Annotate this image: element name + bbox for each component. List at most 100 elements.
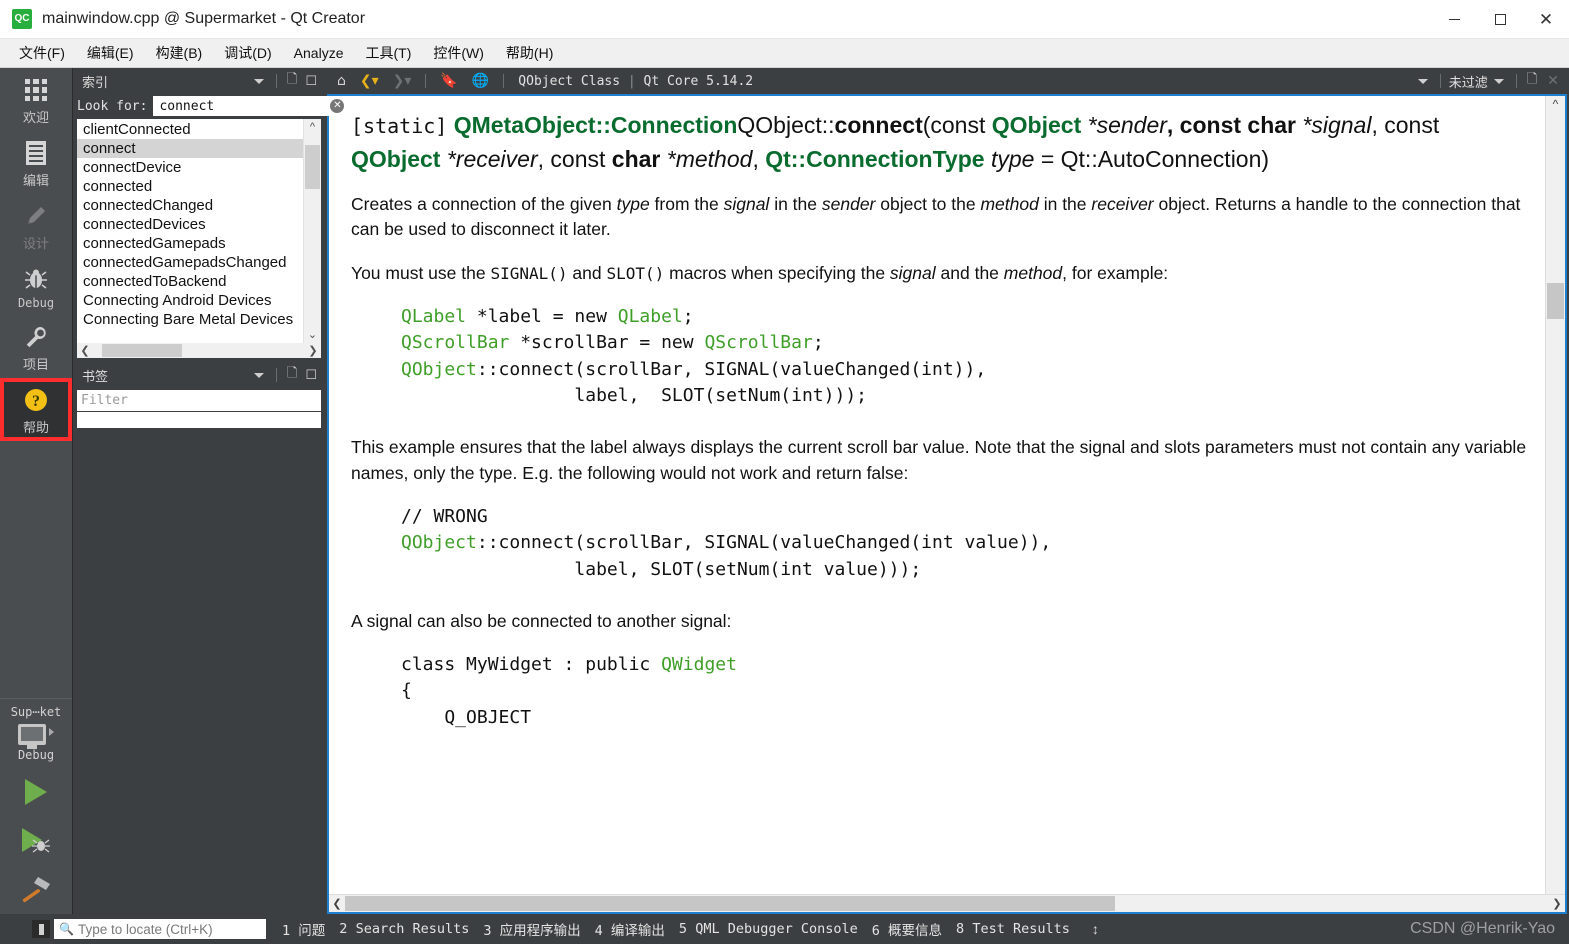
output-button-overview[interactable]: 6 概要信息	[872, 919, 942, 939]
sidebar-item-projects[interactable]: 项目	[0, 315, 72, 378]
panel-menu-icon[interactable]: ☐	[301, 368, 321, 383]
breadcrumb-page[interactable]: QObject Class	[518, 74, 620, 89]
sidebar-item-edit[interactable]: 编辑	[0, 131, 72, 194]
maximize-button[interactable]	[1477, 0, 1523, 38]
scroll-left-icon[interactable]: ❮	[78, 344, 92, 357]
output-button-search-results[interactable]: 2 Search Results	[339, 921, 469, 937]
list-item[interactable]: connectDevice	[77, 158, 303, 177]
output-button-issues[interactable]: 1 问题	[282, 919, 325, 939]
locator[interactable]: 🔍 Type to locate (Ctrl+K)	[32, 919, 266, 939]
list-item[interactable]: Connecting Bare Metal Devices	[77, 310, 303, 329]
scroll-left-icon[interactable]: ❮	[329, 897, 345, 910]
output-button-test-results[interactable]: 8 Test Results	[956, 921, 1070, 937]
index-search-box[interactable]: ✕	[153, 96, 349, 116]
list-item[interactable]: connected	[77, 177, 303, 196]
build-button[interactable]	[0, 864, 72, 914]
scroll-down-icon[interactable]: ⌄	[308, 327, 317, 343]
p1-e: in the	[1038, 194, 1092, 215]
menu-file[interactable]: 文件(F)	[8, 40, 76, 66]
menu-analyze[interactable]: Analyze	[283, 42, 355, 64]
sig-p1-type[interactable]: QObject	[992, 112, 1081, 138]
up-down-arrows-icon[interactable]: ↕	[1092, 921, 1099, 937]
scroll-right-icon[interactable]: ❯	[306, 344, 320, 357]
p1-b: from the	[649, 194, 724, 215]
close-button[interactable]: ✕	[1523, 0, 1569, 38]
doc-vertical-scrollbar[interactable]: ^	[1545, 96, 1565, 894]
breadcrumb-module[interactable]: Qt Core 5.14.2	[644, 74, 754, 89]
list-item[interactable]: connectedToBackend	[77, 272, 303, 291]
chevron-down-icon[interactable]	[253, 372, 264, 378]
menu-tools[interactable]: 工具(T)	[354, 40, 422, 66]
index-search-input[interactable]	[157, 97, 331, 115]
scroll-thumb[interactable]	[305, 145, 320, 189]
hammer-icon	[22, 877, 50, 903]
index-list[interactable]: clientConnected connect connectDevice co…	[77, 119, 321, 343]
chevron-down-icon[interactable]	[1493, 78, 1504, 84]
index-horizontal-scrollbar[interactable]: ❮ ❯	[77, 343, 321, 358]
sidebar-item-edit-label: 编辑	[22, 174, 49, 189]
output-button-app-output[interactable]: 3 应用程序输出	[483, 919, 580, 939]
forward-arrow-icon[interactable]: ❯▾	[387, 73, 418, 89]
bookmarks-list[interactable]	[77, 412, 321, 428]
minimize-button[interactable]	[1431, 0, 1477, 38]
doc-content: [static] QMetaObject::ConnectionQObject:…	[329, 96, 1545, 894]
c1-l1-t1: QLabel	[401, 306, 467, 328]
sidebar-item-help[interactable]: ? 帮助	[0, 378, 72, 441]
num: 3	[483, 923, 492, 939]
list-item[interactable]: connectedChanged	[77, 196, 303, 215]
grid-icon	[25, 75, 47, 105]
p1-receiver: receiver	[1091, 194, 1154, 215]
list-item[interactable]: connectedGamepads	[77, 234, 303, 253]
close-icon[interactable]: ✕	[1541, 73, 1565, 89]
menu-window[interactable]: 控件(W)	[422, 40, 495, 66]
menu-analyze-label: Analyze	[293, 45, 344, 61]
debug-button[interactable]	[0, 816, 72, 864]
scroll-thumb[interactable]	[102, 344, 182, 357]
doc-horizontal-scrollbar[interactable]: ❮ ❯	[329, 894, 1565, 912]
chevron-down-icon[interactable]	[253, 78, 264, 84]
sig-p5-type[interactable]: Qt::ConnectionType	[765, 146, 984, 172]
back-arrow-icon[interactable]: ❮▾	[354, 73, 385, 89]
doc-filter-selector[interactable]: 未过滤 🗋 ✕	[1417, 70, 1569, 92]
globe-icon[interactable]: 🌐	[466, 73, 495, 89]
list-item[interactable]: clientConnected	[77, 120, 303, 139]
sidebar-item-debug[interactable]: Debug	[0, 257, 72, 315]
scroll-up-icon[interactable]: ^	[310, 119, 315, 135]
add-page-icon[interactable]: 🗋	[283, 70, 301, 92]
scroll-thumb[interactable]	[1547, 283, 1564, 319]
home-icon[interactable]: ⌂	[331, 73, 352, 89]
sidebar-toggle-button[interactable]	[32, 920, 50, 938]
menu-edit[interactable]: 编辑(E)	[76, 40, 145, 66]
list-item[interactable]: connectedDevices	[77, 215, 303, 234]
doc-paragraph-2: You must use the SIGNAL() and SLOT() mac…	[351, 261, 1527, 286]
add-page-icon[interactable]: 🗋	[1523, 70, 1541, 92]
list-item[interactable]: Connecting Android Devices	[77, 291, 303, 310]
list-item[interactable]: connectedGamepadsChanged	[77, 253, 303, 272]
sig-p3-type[interactable]: QObject	[351, 146, 440, 172]
sig-return-type[interactable]: QMetaObject::Connection	[454, 112, 738, 138]
sig-func-name: connect	[834, 112, 923, 138]
bookmarks-filter-input[interactable]: Filter	[77, 390, 321, 411]
list-item-selected[interactable]: connect	[77, 139, 303, 158]
locator-input[interactable]: 🔍 Type to locate (Ctrl+K)	[54, 919, 266, 939]
scroll-thumb[interactable]	[345, 896, 1115, 911]
add-page-icon[interactable]: 🗋	[283, 364, 301, 386]
menu-debug[interactable]: 调试(D)	[213, 40, 282, 66]
clear-circle-icon[interactable]: ✕	[330, 99, 345, 113]
menu-help[interactable]: 帮助(H)	[495, 40, 564, 66]
scroll-up-icon[interactable]: ^	[1553, 96, 1559, 113]
menu-build[interactable]: 构建(B)	[145, 40, 214, 66]
index-vertical-scrollbar[interactable]: ^ ⌄	[303, 119, 321, 343]
kit-selector[interactable]: Sup⋯ket Debug	[0, 698, 72, 768]
c1-l4: label, SLOT(setNum(int)));	[401, 384, 867, 406]
menu-file-label: 文件(F)	[19, 45, 65, 61]
output-button-qml-debugger-console[interactable]: 5 QML Debugger Console	[679, 921, 858, 937]
sig-p4-name: *method	[666, 146, 753, 173]
sidebar-item-welcome[interactable]: 欢迎	[0, 68, 72, 131]
scroll-right-icon[interactable]: ❯	[1549, 897, 1565, 910]
panel-menu-icon[interactable]: ☐	[301, 74, 321, 89]
chevron-down-icon[interactable]	[1417, 78, 1428, 84]
bookmark-icon[interactable]: 🔖	[434, 73, 463, 89]
output-button-compile-output[interactable]: 4 编译输出	[595, 919, 665, 939]
run-button[interactable]	[0, 768, 72, 816]
